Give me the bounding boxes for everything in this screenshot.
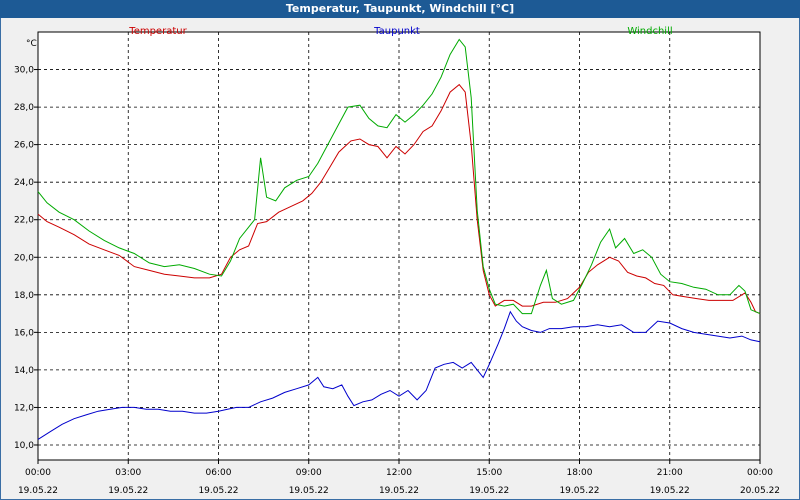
y-tick-label: 22,0 (14, 216, 34, 226)
line-chart: 10,0 12,0 14,0 16,0 18,0 20,0 22,0 24,0 26,0 28,0… (14, 26, 780, 496)
y-tick-label: 18,0 (14, 291, 34, 301)
x-tick-date: 20.05.22 (740, 486, 780, 496)
y-tick-label: 20,0 (14, 253, 34, 263)
x-axis-ticks: 00:00 19.05.22 03:00 19.05.22 06:00 19.05.22 0… (18, 460, 780, 496)
x-tick-date: 19.05.22 (108, 486, 148, 496)
x-tick-date: 19.05.22 (198, 486, 238, 496)
x-tick-date: 19.05.22 (289, 486, 329, 496)
y-tick-label: 24,0 (14, 178, 34, 188)
y-tick-label: 14,0 (14, 366, 34, 376)
y-tick-label: 16,0 (14, 328, 34, 338)
x-tick-time: 09:00 (296, 468, 322, 478)
x-tick-time: 00:00 (747, 468, 773, 478)
y-tick-label: 10,0 (14, 441, 34, 451)
y-tick-label: 30,0 (14, 66, 34, 76)
y-tick-label: 12,0 (14, 403, 34, 413)
x-tick-date: 19.05.22 (379, 486, 419, 496)
x-tick-date: 19.05.22 (559, 486, 599, 496)
x-tick-time: 06:00 (206, 468, 232, 478)
legend-taupunkt: Taupunkt (373, 26, 420, 37)
x-tick-time: 18:00 (567, 468, 593, 478)
legend-temperatur: Temperatur (128, 26, 187, 37)
y-axis-ticks: 10,0 12,0 14,0 16,0 18,0 20,0 22,0 24,0 26,0 28,0… (14, 66, 38, 451)
legend-windchill: Windchill (627, 26, 672, 37)
x-tick-time: 15:00 (476, 468, 502, 478)
y-tick-label: 26,0 (14, 141, 34, 151)
y-axis-label: °C (26, 39, 37, 49)
x-tick-date: 19.05.22 (650, 486, 690, 496)
x-tick-time: 12:00 (386, 468, 412, 478)
chart-title: Temperatur, Taupunkt, Windchill [°C] (0, 0, 800, 18)
x-tick-time: 00:00 (25, 468, 51, 478)
x-tick-date: 19.05.22 (18, 486, 58, 496)
x-tick-date: 19.05.22 (469, 486, 509, 496)
y-tick-label: 28,0 (14, 103, 34, 113)
x-tick-time: 03:00 (115, 468, 141, 478)
x-tick-time: 21:00 (657, 468, 683, 478)
